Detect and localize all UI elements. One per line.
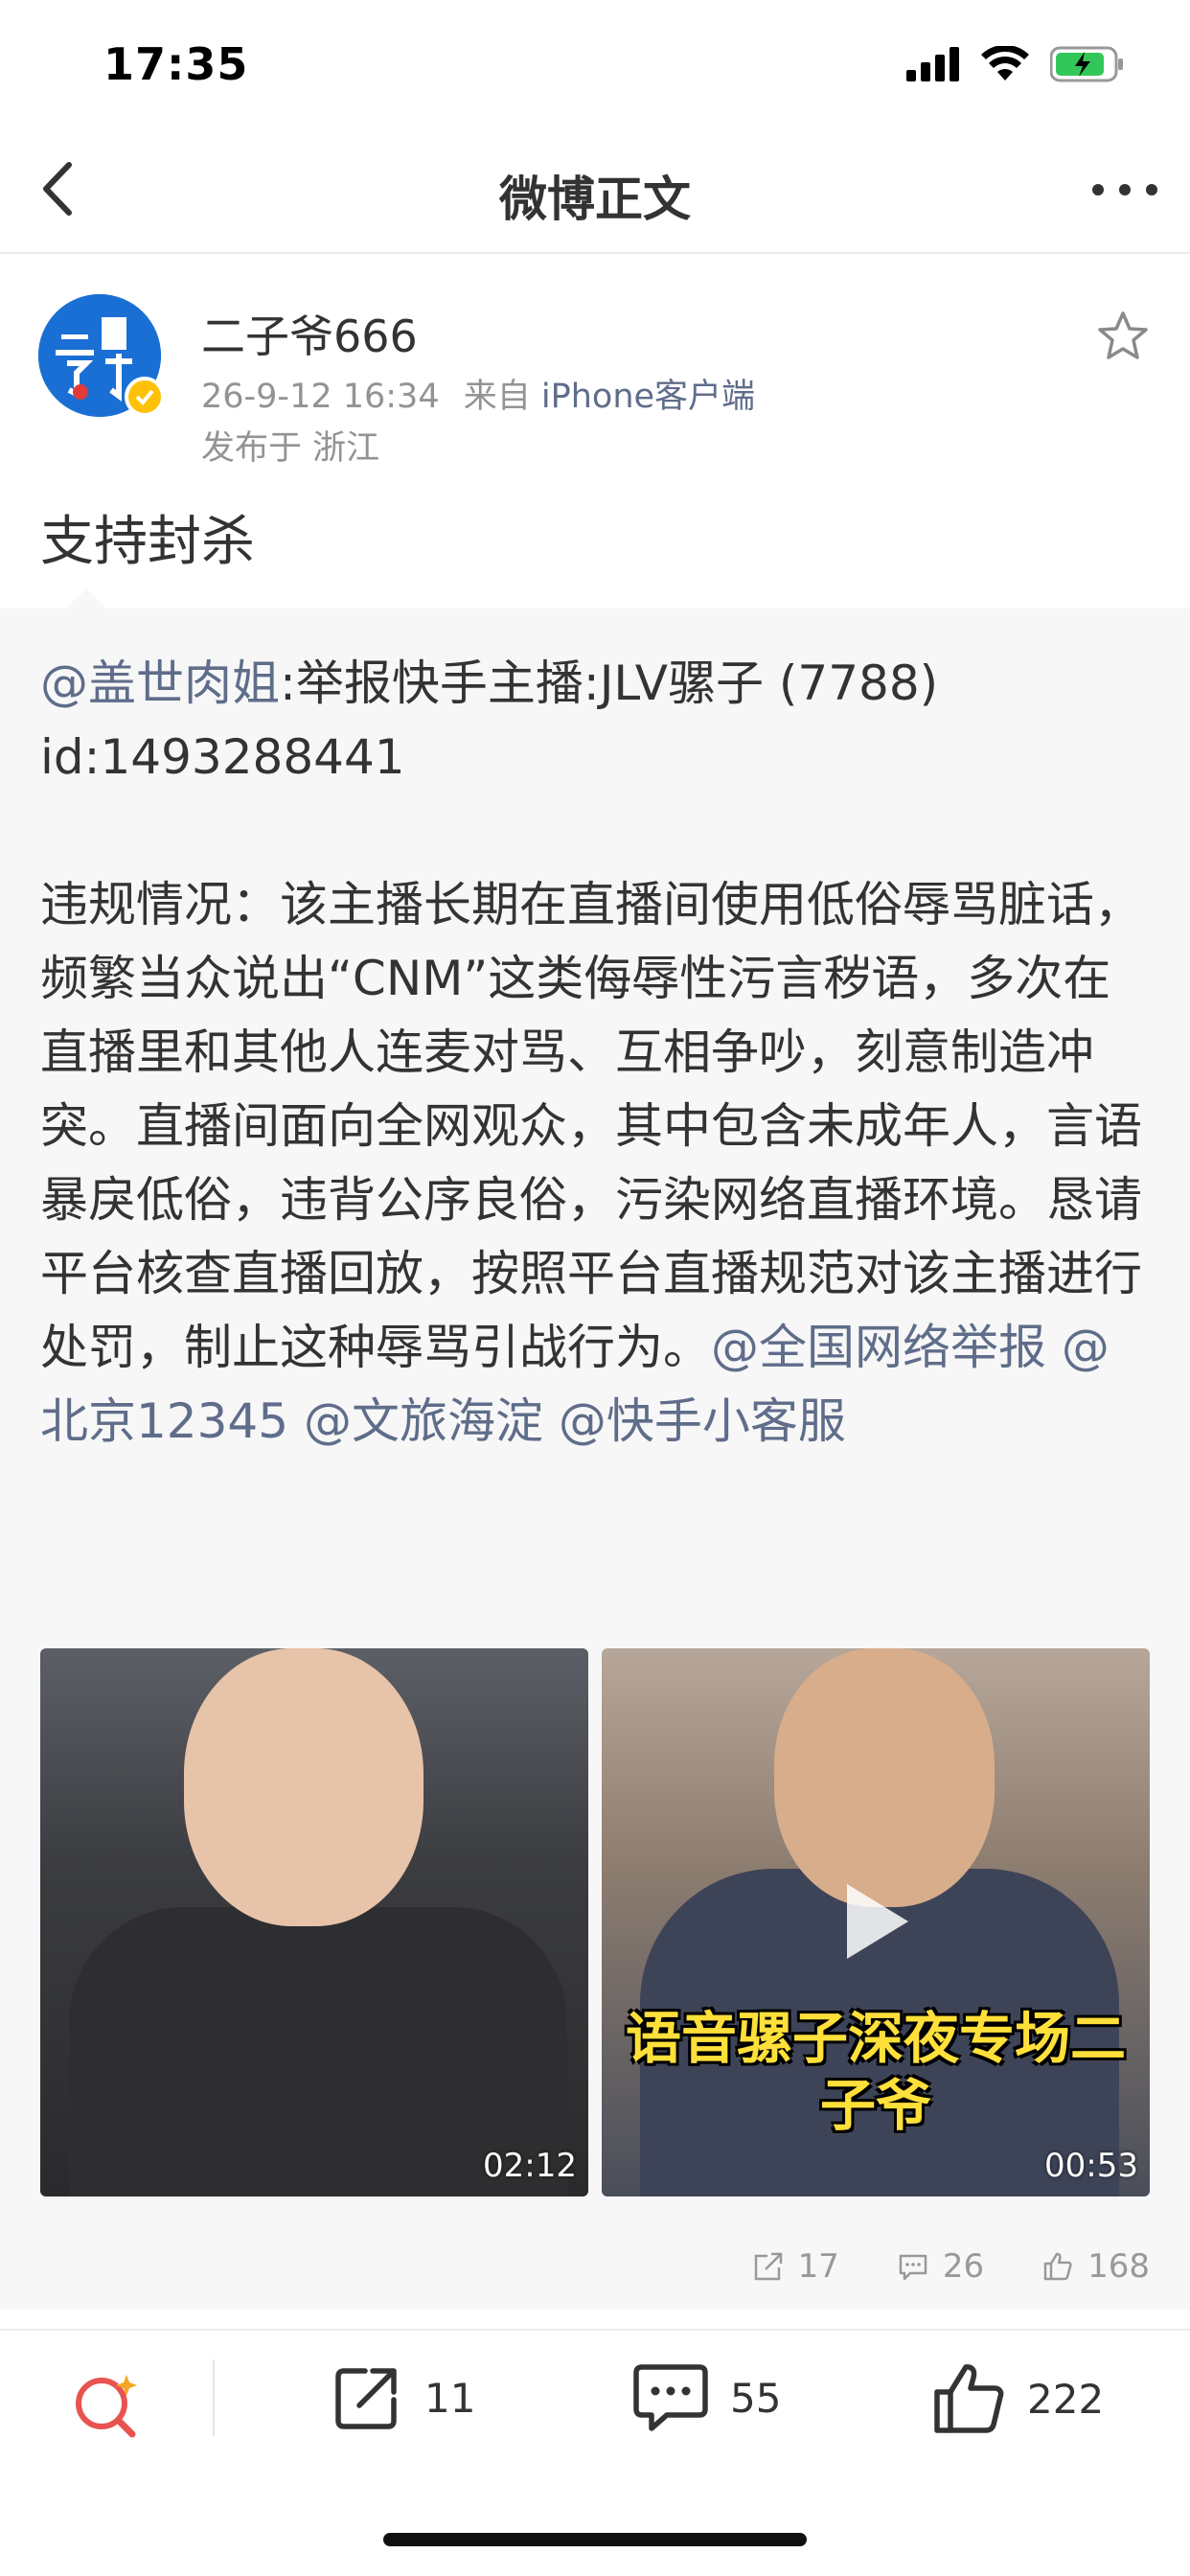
like-button[interactable]: 222 [931,2361,1104,2436]
page-title: 微博正文 [499,172,691,227]
post-timestamp: 26-9-12 16:34 [201,378,440,416]
toolbar-divider [213,2359,215,2436]
username[interactable]: 二子爷666 [201,302,418,365]
tag-link[interactable]: @文旅海淀 [304,1393,543,1449]
video-thumbnail[interactable]: 02:12 [40,1648,588,2196]
repost-button[interactable]: 11 [331,2361,475,2434]
post-meta: 26-9-12 16:34 来自 iPhone客户端 [201,369,755,418]
status-bar: 17:35 [0,0,1190,125]
repost-like-button[interactable]: 168 [1041,2247,1150,2286]
comment-icon [899,2254,927,2281]
comment-button[interactable]: 55 [632,2361,781,2434]
share-count: 17 [797,2247,839,2286]
signal-icon [906,47,959,81]
video-caption: 语音骡子深夜专场二子爷 [625,2006,1126,2138]
video-duration: 00:53 [1044,2147,1138,2185]
source-prefix: 来自 [463,378,531,416]
home-indicator [383,2533,807,2546]
post-header: 二子爷666 26-9-12 16:34 来自 iPhone客户端 发布于 浙江 [0,283,1190,474]
share-icon [335,2368,397,2429]
repost-count: 11 [424,2374,476,2422]
person-face [184,1648,423,1926]
comment-icon [633,2364,708,2431]
play-icon[interactable] [837,1878,914,1965]
mention-link[interactable]: @盖世肉姐 [40,656,280,711]
post-text: 支持封杀 [40,511,255,573]
verified-badge-icon [125,377,165,417]
tag-link[interactable]: @快手小客服 [559,1393,846,1449]
search-ai-icon[interactable] [69,2369,146,2446]
comment-count: 26 [942,2247,985,2286]
repost-notch [65,589,107,609]
repost-text: @盖世肉姐:举报快手主播:JLV骡子 (7788) id:1493288441 … [40,647,1152,1459]
status-time: 17:35 [103,38,249,90]
like-count: 222 [1027,2375,1105,2423]
status-icons [906,46,1125,82]
comment-count: 55 [730,2374,782,2422]
wifi-icon [981,46,1029,80]
like-icon [1043,2252,1072,2281]
like-count: 168 [1087,2247,1150,2286]
favorite-star-icon[interactable] [1096,310,1150,363]
post-location: 发布于 浙江 [201,429,380,468]
video-thumbnail[interactable]: 语音骡子深夜专场二子爷 00:53 [602,1648,1150,2196]
thumbs-up-icon [934,2364,1004,2433]
post-source[interactable]: iPhone客户端 [541,378,755,416]
repost-actions: 17 26 168 [752,2247,1150,2286]
repost-line2: id:1493288441 [40,729,405,785]
repost-comment-button[interactable]: 26 [897,2247,984,2286]
repost-share-button[interactable]: 17 [752,2247,839,2286]
repost-card[interactable]: @盖世肉姐:举报快手主播:JLV骡子 (7788) id:1493288441 … [0,589,1190,2310]
share-icon [754,2252,782,2281]
tag-link[interactable]: @全国网络举报 [711,1320,1046,1375]
nav-bar: 微博正文 [0,125,1190,254]
battery-icon [1050,46,1123,82]
repost-body: 违规情况：该主播长期在直播间使用低俗辱骂脏话，频繁当众说出“CNM”这类侮辱性污… [40,877,1142,1375]
person-face [774,1648,995,1907]
bottom-toolbar: 11 55 222 [0,2329,1190,2463]
media-row: 02:12 语音骡子深夜专场二子爷 00:53 [40,1648,1150,2196]
video-duration: 02:12 [483,2147,577,2185]
more-icon[interactable] [1087,171,1163,209]
repost-line1: :举报快手主播:JLV骡子 (7788) [280,656,939,711]
